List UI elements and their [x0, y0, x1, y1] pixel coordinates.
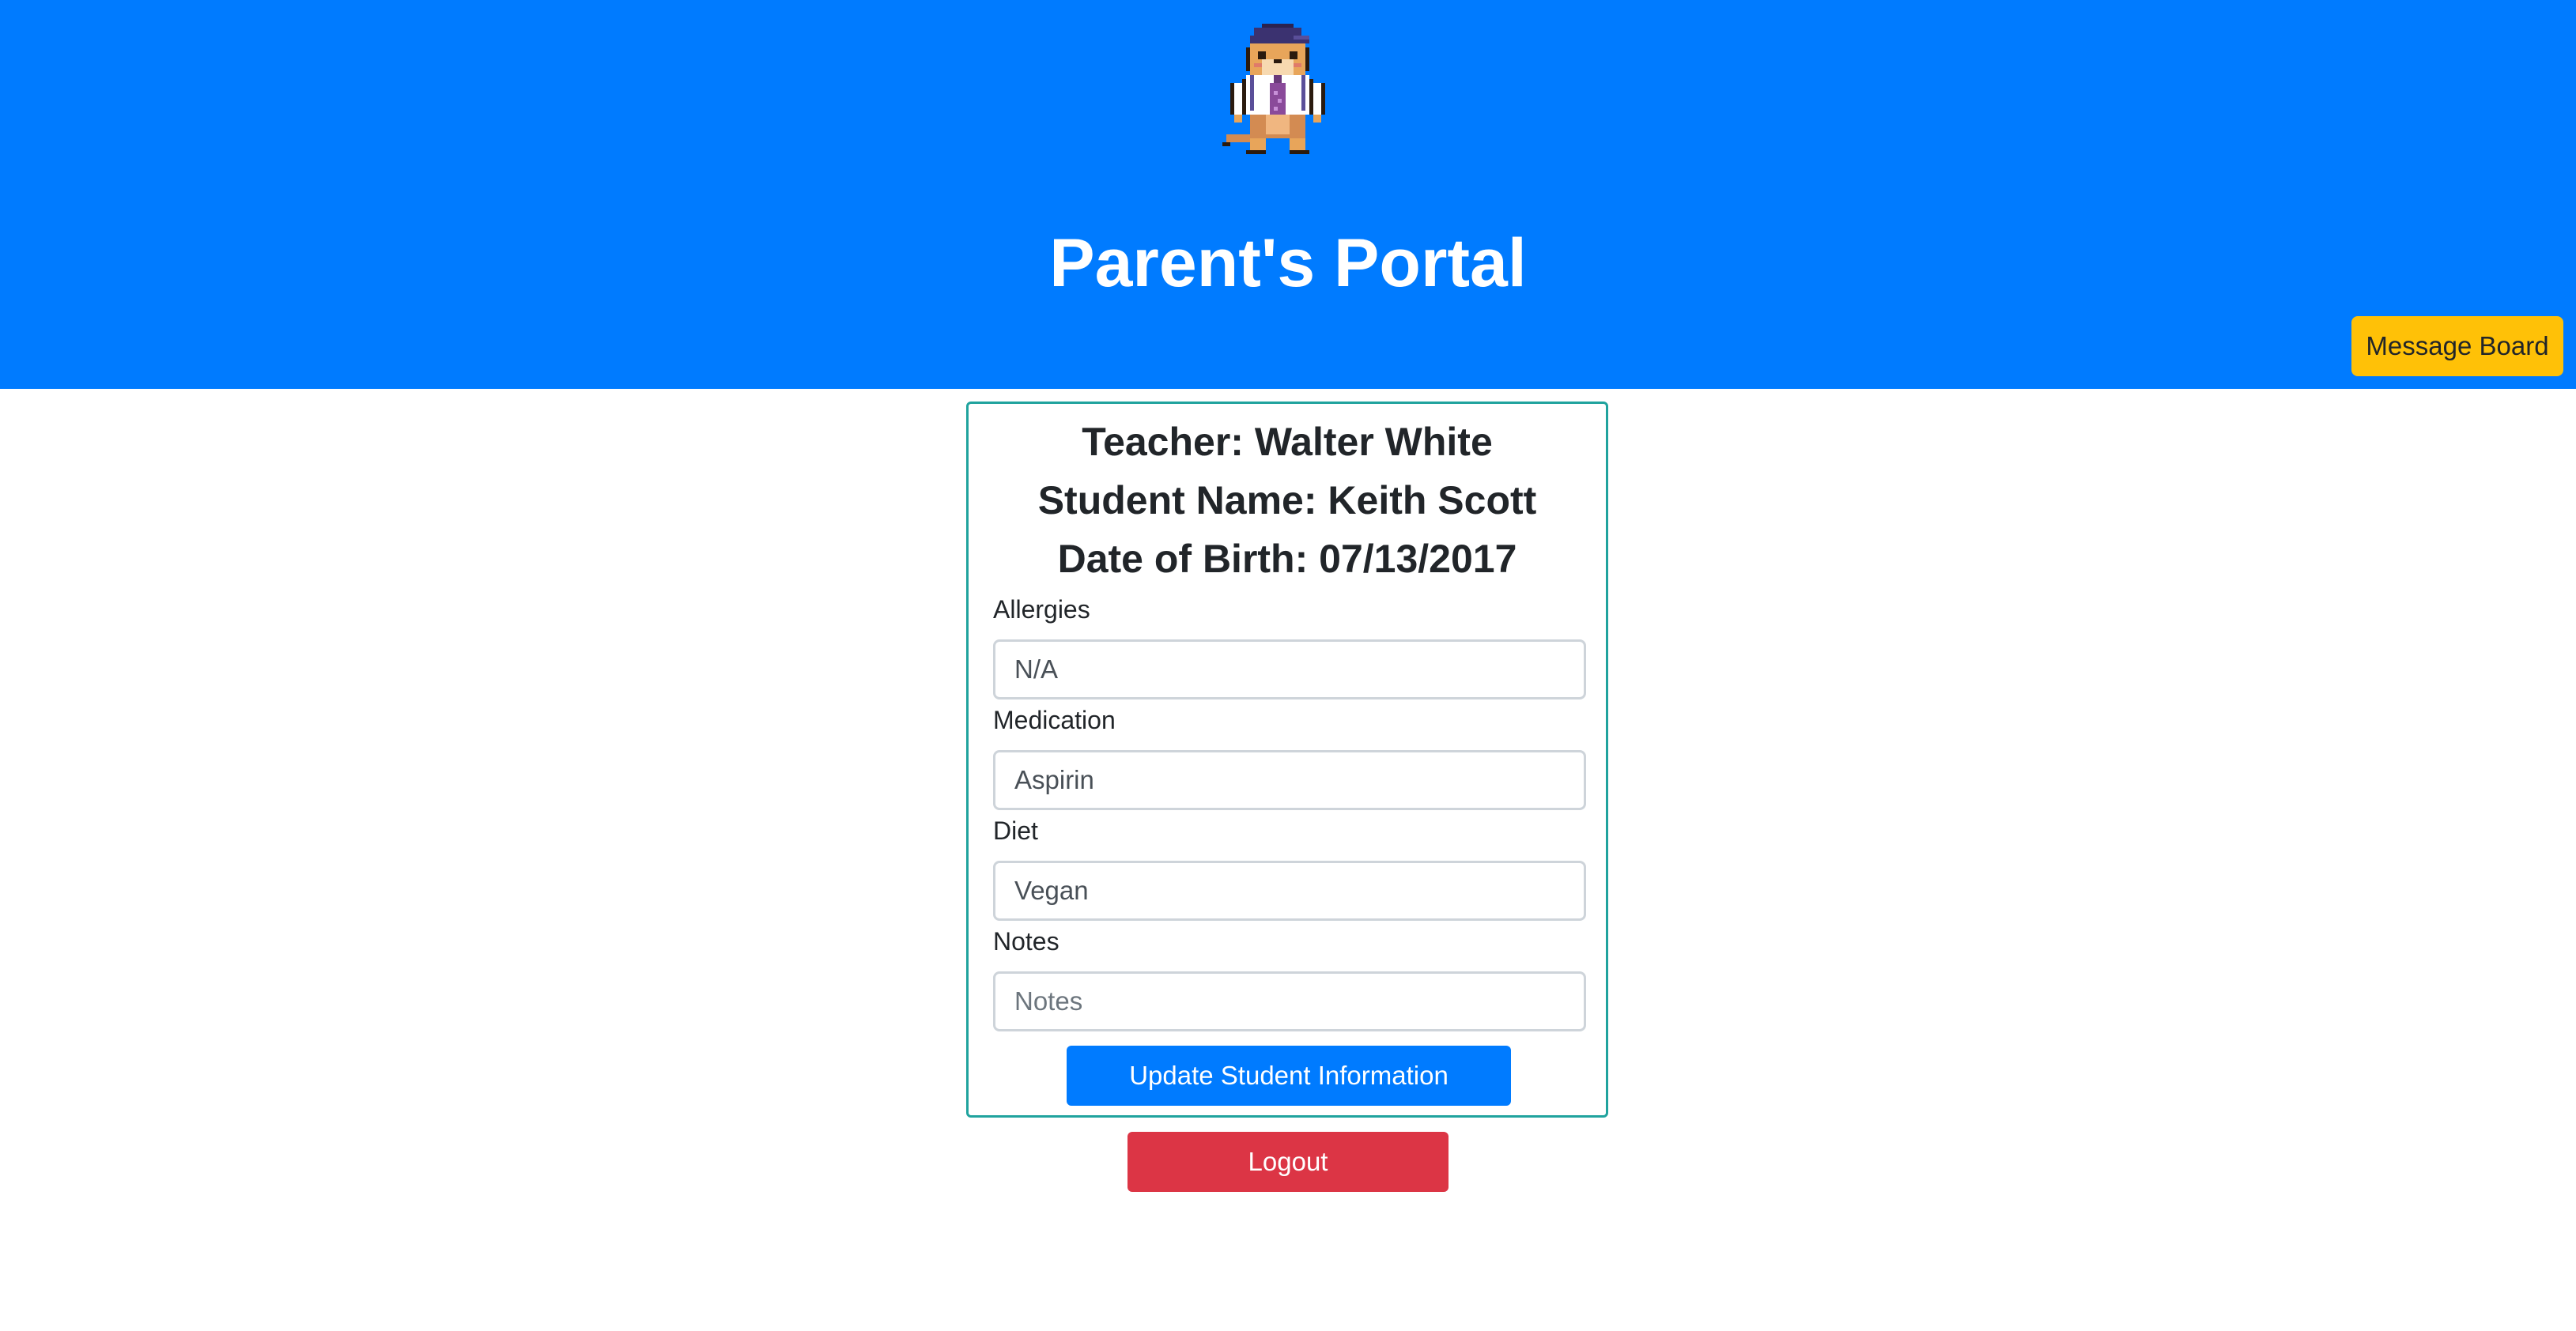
message-board-button[interactable]: Message Board — [2351, 316, 2563, 376]
student-name: Student Name: Keith Scott — [1037, 478, 1537, 522]
medication-label: Medication — [993, 706, 1116, 734]
page-title: Parent's Portal — [1049, 225, 1527, 301]
notes-label: Notes — [993, 927, 1059, 956]
hamster-student-mascot-icon — [1222, 24, 1325, 154]
notes-input[interactable] — [993, 971, 1586, 1031]
medication-input[interactable] — [993, 750, 1586, 810]
page-header: Parent's Portal Message Board — [0, 0, 2576, 389]
teacher-name: Teacher: Walter White — [1082, 420, 1493, 464]
allergies-label: Allergies — [993, 595, 1090, 624]
update-student-info-button[interactable]: Update Student Information — [1067, 1046, 1511, 1106]
student-info-card: Teacher: Walter White Student Name: Keit… — [966, 402, 1608, 1118]
logout-button[interactable]: Logout — [1127, 1132, 1449, 1192]
date-of-birth: Date of Birth: 07/13/2017 — [1057, 537, 1517, 581]
diet-label: Diet — [993, 816, 1038, 845]
diet-input[interactable] — [993, 861, 1586, 921]
allergies-input[interactable] — [993, 639, 1586, 699]
